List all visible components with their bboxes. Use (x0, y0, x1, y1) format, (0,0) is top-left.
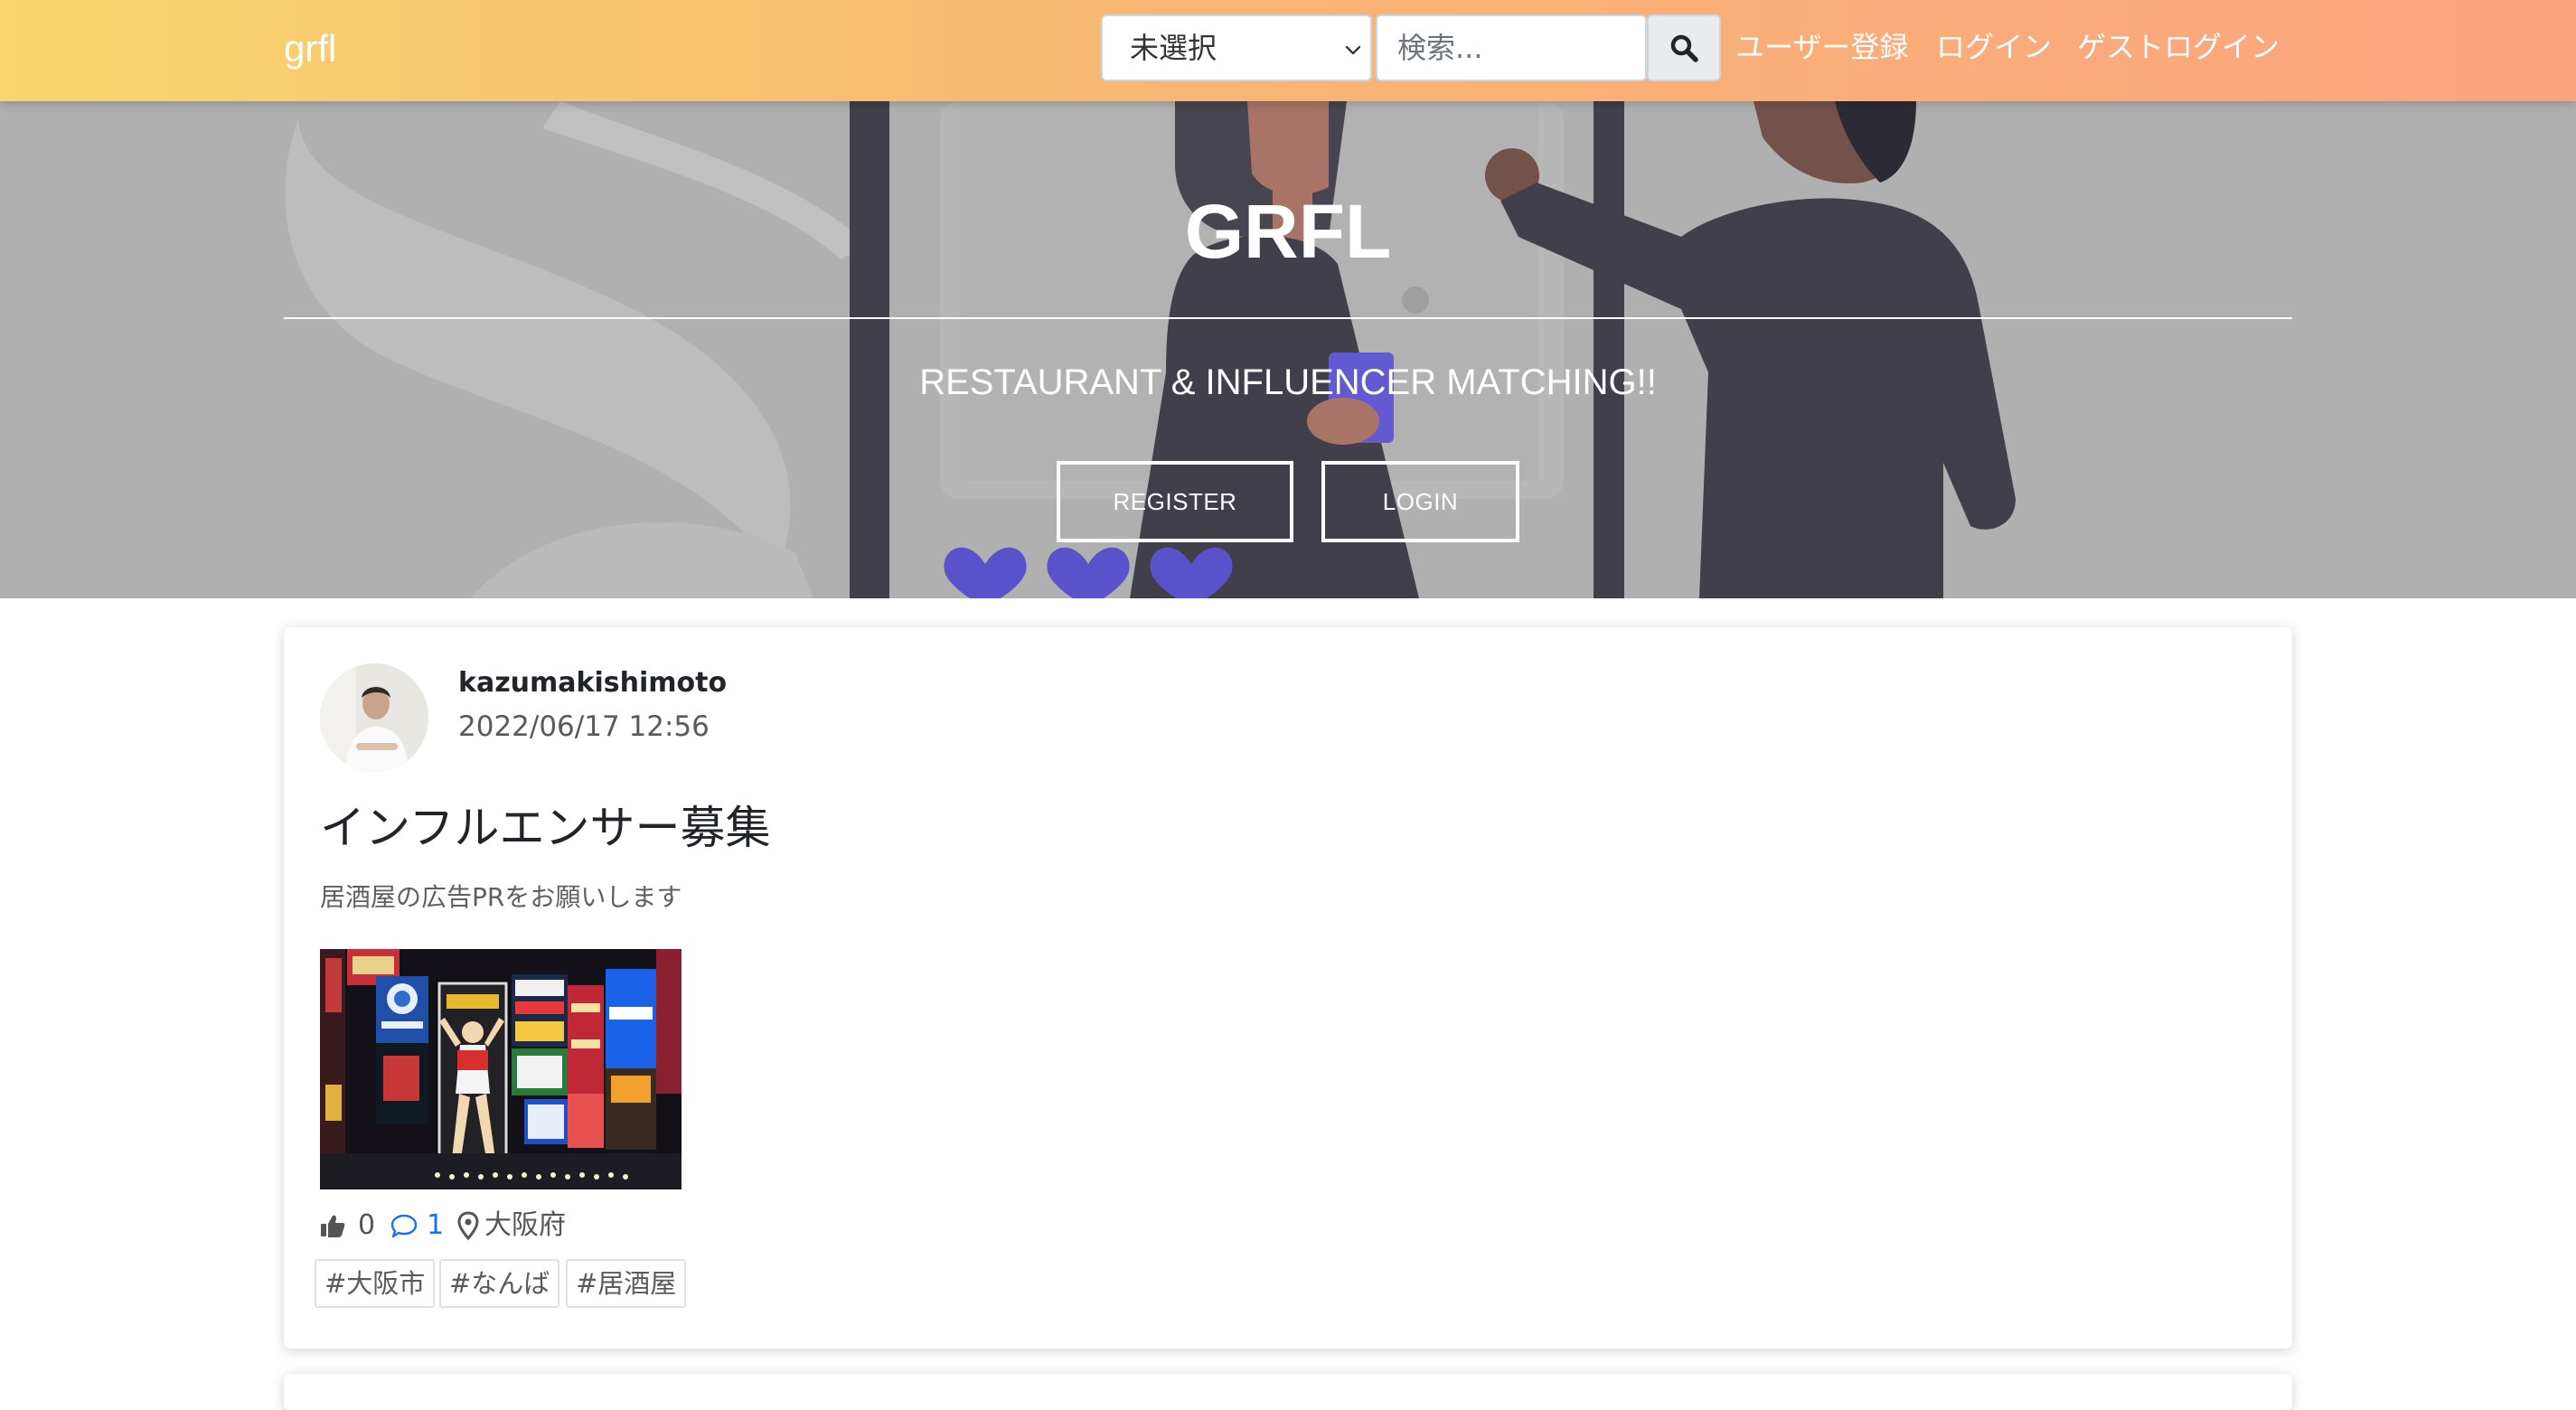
hero-subtitle: RESTAURANT & INFLUENCER MATCHING!! (919, 362, 1657, 402)
nav-guest-login-link[interactable]: ゲストログイン (2077, 27, 2280, 67)
search-input[interactable] (1376, 14, 1647, 81)
comment-count: 1 (427, 1209, 445, 1241)
avatar[interactable] (320, 663, 428, 772)
post-card (284, 1374, 2292, 1410)
hero-login-button[interactable]: LOGIN (1321, 461, 1519, 542)
nav-login-link[interactable]: ログイン (1936, 27, 2052, 67)
brand-logo[interactable]: grfl (284, 25, 336, 72)
thumbs-up-icon[interactable] (320, 1213, 345, 1238)
post-card: kazumakishimoto 2022/06/17 12:56 インフルエンサ… (284, 627, 2292, 1349)
tag-chip[interactable]: #なんば (439, 1259, 560, 1308)
nav-register-link[interactable]: ユーザー登録 (1735, 27, 1908, 67)
category-select-value: 未選択 (1130, 31, 1217, 65)
post-description: 居酒屋の広告PRをお願いします (320, 882, 682, 912)
post-title[interactable]: インフルエンサー募集 (320, 799, 771, 857)
hero-title: GRFL (1184, 189, 1392, 274)
avatar-image (320, 663, 428, 772)
hero-divider (284, 317, 2292, 319)
comment-icon[interactable] (390, 1213, 418, 1238)
search-button[interactable] (1647, 14, 1721, 81)
post-image[interactable] (320, 949, 682, 1189)
hero-register-button[interactable]: REGISTER (1057, 461, 1293, 542)
tag-chip[interactable]: #大阪市 (315, 1259, 436, 1308)
post-location: 大阪府 (484, 1209, 566, 1241)
post-username[interactable]: kazumakishimoto (458, 665, 727, 701)
map-marker-icon (457, 1211, 479, 1240)
search-icon (1670, 34, 1698, 62)
chevron-down-icon (1345, 45, 1361, 55)
category-select[interactable]: 未選択 (1101, 14, 1372, 81)
navbar: grfl 未選択 ユーザー登録 ログイン ゲストログイン (0, 0, 2576, 101)
post-timestamp: 2022/06/17 12:56 (458, 710, 710, 743)
like-count: 0 (358, 1209, 376, 1241)
tag-chip[interactable]: #居酒屋 (566, 1259, 687, 1308)
hero-section: GRFL RESTAURANT & INFLUENCER MATCHING!! … (0, 101, 2576, 598)
